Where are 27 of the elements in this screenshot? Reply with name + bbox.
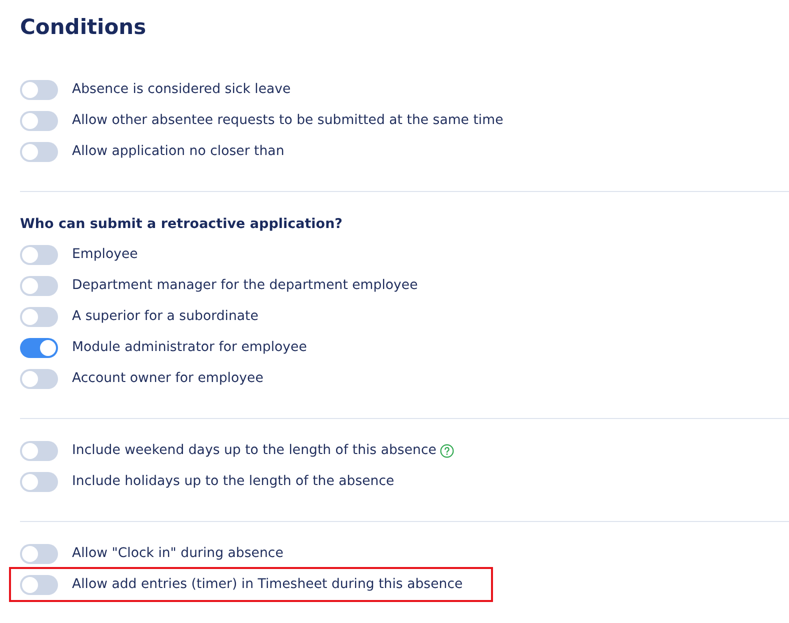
option-label: Account owner for employee [72,371,264,386]
option-label: Employee [72,247,138,262]
toggle-switch[interactable] [20,544,58,564]
option-label: Module administrator for employee [72,340,307,355]
toggle-switch[interactable] [20,440,58,460]
option-label: A superior for a subordinate [72,309,258,324]
toggle-switch[interactable] [20,368,58,388]
option-label: Allow add entries (timer) in Timesheet during this absence [72,577,463,592]
option-label: Include weekend days up to the length of this absence [72,443,436,458]
toggle-switch[interactable] [20,338,58,358]
option-label: Allow application no closer than [72,144,284,159]
option-label: Department manager for the department employee [72,278,418,293]
toggle-switch[interactable] [20,244,58,264]
toggle-switch[interactable] [20,142,58,162]
toggle-switch[interactable] [20,80,58,100]
option-label: Include holidays up to the length of the absence [72,474,394,489]
option-label: Allow other absentee requests to be submitted at the same time [72,113,504,128]
section-heading: Who can submit a retroactive application? [20,215,344,234]
toggle-switch[interactable] [20,472,58,492]
page-title: Conditions [20,14,148,41]
toggle-switch[interactable] [20,110,58,130]
option-label: Allow "Clock in" during absence [72,546,284,561]
toggle-switch[interactable] [20,276,58,296]
toggle-switch[interactable] [20,306,58,326]
toggle-switch[interactable] [20,574,58,594]
option-label: Absence is considered sick leave [72,82,291,97]
help-icon[interactable] [440,444,454,458]
